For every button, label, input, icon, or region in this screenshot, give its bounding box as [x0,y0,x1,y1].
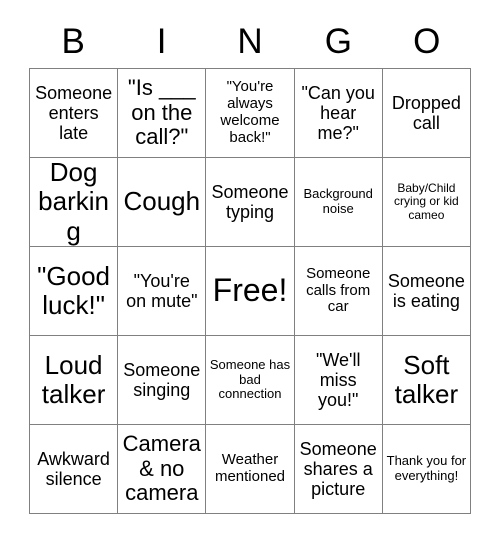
bingo-card: B I N G O Someone enters late "Is ___ on … [29,14,471,514]
header-letter-i: I [156,21,167,61]
bingo-cell-r1c4[interactable]: "Can you hear me?" [294,69,383,158]
bingo-cell-label: "Good luck!" [37,260,111,320]
bingo-cell-r2c4[interactable]: Background noise [294,158,383,247]
bingo-cell-r4c2[interactable]: Someone singing [118,336,207,425]
bingo-cell-r3c4[interactable]: Someone calls from car [294,247,383,336]
header-letter-g: G [324,21,352,61]
bingo-header: B I N G O [29,14,471,68]
bingo-cell-label: Someone is eating [387,270,465,311]
bingo-cell-r5c4[interactable]: Someone shares a picture [294,425,383,514]
bingo-grid: Someone enters late "Is ___ on the call?"… [29,68,471,514]
bingo-cell-label: Thank you for everything! [386,453,467,483]
bingo-cell-r4c3[interactable]: Someone has bad connection [206,336,295,425]
bingo-cell-r5c2[interactable]: Camera & no camera [118,425,207,514]
bingo-cell-label: Camera & no camera [122,431,201,506]
bingo-cell-label: Loud talker [41,349,106,409]
bingo-cell-r4c5[interactable]: Soft talker [382,336,471,425]
bingo-cell-label: Weather mentioned [214,451,286,485]
bingo-cell-label: Soft talker [394,349,459,409]
bingo-cell-label: Dog barking [38,158,109,246]
bingo-cell-r1c5[interactable]: Dropped call [382,69,471,158]
bingo-cell-label: Someone singing [123,359,201,400]
bingo-cell-r1c2[interactable]: "Is ___ on the call?" [118,69,207,158]
bingo-cell-label: "We'll miss you!" [315,349,361,411]
bingo-cell-label: Someone typing [211,181,289,222]
bingo-cell-label: Baby/Child crying or kid cameo [394,180,459,222]
bingo-cell-r3c5[interactable]: Someone is eating [382,247,471,336]
bingo-cell-label: Someone enters late [35,82,113,144]
bingo-cell-label: Dropped call [391,92,461,133]
bingo-cell-label: "Can you hear me?" [301,82,375,144]
bingo-cell-r2c1[interactable]: Dog barking [30,158,119,247]
bingo-cell-r5c1[interactable]: Awkward silence [30,425,119,514]
header-letter-n: N [237,21,263,61]
bingo-cell-r1c1[interactable]: Someone enters late [30,69,119,158]
bingo-cell-r1c3[interactable]: "You're always welcome back!" [206,69,295,158]
bingo-cell-label: Awkward silence [37,448,110,489]
bingo-cell-r4c1[interactable]: Loud talker [30,336,119,425]
bingo-cell-label: Cough [123,186,201,217]
bingo-cell-label: "Is ___ on the call?" [127,75,196,150]
header-letter-o: O [413,21,441,61]
bingo-cell-label: Free! [212,272,288,309]
header-letter-b: B [61,21,85,61]
bingo-cell-label: Background noise [303,186,373,216]
bingo-cell-label: Someone has bad connection [209,357,291,402]
bingo-cell-label: Someone calls from car [306,264,371,316]
bingo-cell-r3c2[interactable]: "You're on mute" [118,247,207,336]
bingo-cell-r2c2[interactable]: Cough [118,158,207,247]
bingo-cell-r5c3[interactable]: Weather mentioned [206,425,295,514]
bingo-cell-r2c3[interactable]: Someone typing [206,158,295,247]
bingo-cell-r3c3[interactable]: Free! [206,247,295,336]
bingo-cell-label: "You're on mute" [126,270,198,311]
bingo-cell-r3c1[interactable]: "Good luck!" [30,247,119,336]
bingo-cell-r5c5[interactable]: Thank you for everything! [382,425,471,514]
bingo-cell-r2c5[interactable]: Baby/Child crying or kid cameo [382,158,471,247]
bingo-cell-label: "You're always welcome back!" [220,78,280,146]
bingo-cell-r4c4[interactable]: "We'll miss you!" [294,336,383,425]
bingo-cell-label: Someone shares a picture [299,438,377,500]
